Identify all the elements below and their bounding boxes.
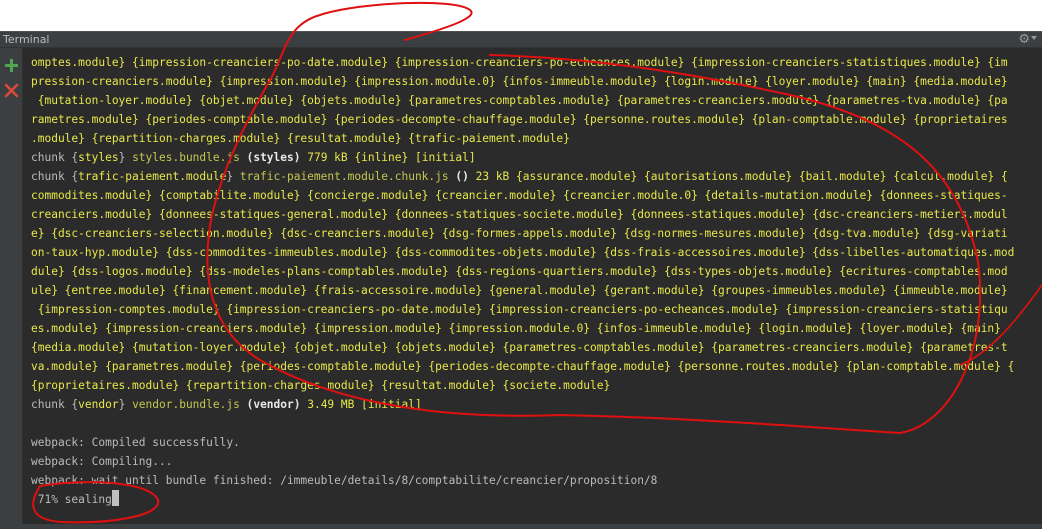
output-line: es.module} {impression-creanciers.module… — [31, 322, 1001, 335]
terminal-panel-header: Terminal ⚙ — [0, 31, 1042, 48]
chunk-prefix: chunk { — [31, 398, 79, 411]
terminal-side-toolbar — [0, 48, 23, 529]
chunk-details: 779 kB {inline} [initial] — [300, 151, 476, 164]
output-line: e} {dsc-creanciers-selection.module} {ds… — [31, 227, 1008, 240]
chunk-prefix: chunk { — [31, 151, 79, 164]
chunk-brace: } — [118, 151, 133, 164]
terminal-output-area[interactable]: omptes.module} {impression-creanciers-po… — [23, 48, 1042, 524]
output-line: omptes.module} {impression-creanciers-po… — [31, 56, 1008, 69]
output-line: .module} {repartition-charges.module} {r… — [31, 132, 570, 145]
webpack-status-line: webpack: Compiled successfully. — [31, 436, 240, 449]
output-line: ule} {entree.module} {financement.module… — [31, 284, 1008, 297]
output-line: commodites.module} {comptabilite.module}… — [31, 189, 1008, 202]
output-line: dule} {dss-logos.module} {dss-modeles-pl… — [31, 265, 1008, 278]
chunk-type: (vendor) — [246, 398, 301, 411]
output-line: {impression-comptes.module} {impression-… — [31, 303, 1008, 316]
chevron-down-icon[interactable] — [1031, 36, 1037, 40]
chunk-details: 3.49 MB [initial] — [300, 398, 422, 411]
chunk-details: 23 kB {assurance.module} {autorisations.… — [468, 170, 1008, 183]
plus-icon — [5, 59, 18, 72]
chunk-prefix: chunk { — [31, 170, 79, 183]
chunk-space — [240, 151, 247, 164]
output-line: chunk {trafic-paiement.module} trafic-pa… — [31, 167, 1014, 186]
terminal-panel-title: Terminal — [3, 33, 50, 46]
chunk-file: styles.bundle.js — [132, 151, 240, 164]
gear-icon[interactable]: ⚙ — [1018, 32, 1030, 47]
output-line: va.module} {parametres.module} {periodes… — [31, 360, 1015, 373]
output-line: on-taux-hyp.module} {dss-commodites-imme… — [31, 246, 1015, 259]
terminal-cursor — [111, 490, 119, 506]
close-session-button[interactable] — [3, 82, 20, 99]
progress-line: 71% sealing — [31, 490, 1014, 509]
panel-bottom-border — [0, 524, 1042, 529]
terminal-output-lines: omptes.module} {impression-creanciers-po… — [31, 53, 1014, 509]
webpack-status-line: webpack: Compiling... — [31, 455, 173, 468]
blank-area-above-panel — [0, 0, 1042, 31]
chunk-type: (styles) — [246, 151, 301, 164]
close-icon — [4, 83, 19, 98]
chunk-file: trafic-paiement.module.chunk.js — [239, 170, 449, 183]
output-line: chunk {styles} styles.bundle.js (styles)… — [31, 148, 1014, 167]
output-line: chunk {vendor} vendor.bundle.js (vendor)… — [31, 395, 1014, 414]
progress-text: 71% sealing — [31, 493, 112, 506]
chunk-type: () — [455, 170, 469, 183]
chunk-brace: } — [226, 170, 240, 183]
output-line: rametres.module} {periodes-comptable.mod… — [31, 113, 1008, 126]
new-session-button[interactable] — [3, 57, 20, 74]
chunk-name: vendor — [78, 398, 119, 411]
chunk-file: vendor.bundle.js — [132, 398, 240, 411]
chunk-space — [240, 398, 247, 411]
output-line-blank — [31, 414, 1014, 433]
output-line: {media.module} {mutation-loyer.module} {… — [31, 341, 1008, 354]
output-line: {mutation-loyer.module} {objet.module} {… — [31, 94, 1008, 107]
chunk-brace: } — [118, 398, 133, 411]
chunk-name: styles — [78, 151, 119, 164]
webpack-status-line: webpack: wait until bundle finished: /im… — [31, 474, 658, 487]
chunk-name: trafic-paiement.module — [78, 170, 227, 183]
output-line: pression-creanciers.module} {impression.… — [31, 75, 1008, 88]
output-line: {proprietaires.module} {repartition-char… — [31, 379, 611, 392]
output-line: creanciers.module} {donnees-statiques-ge… — [31, 208, 1008, 221]
